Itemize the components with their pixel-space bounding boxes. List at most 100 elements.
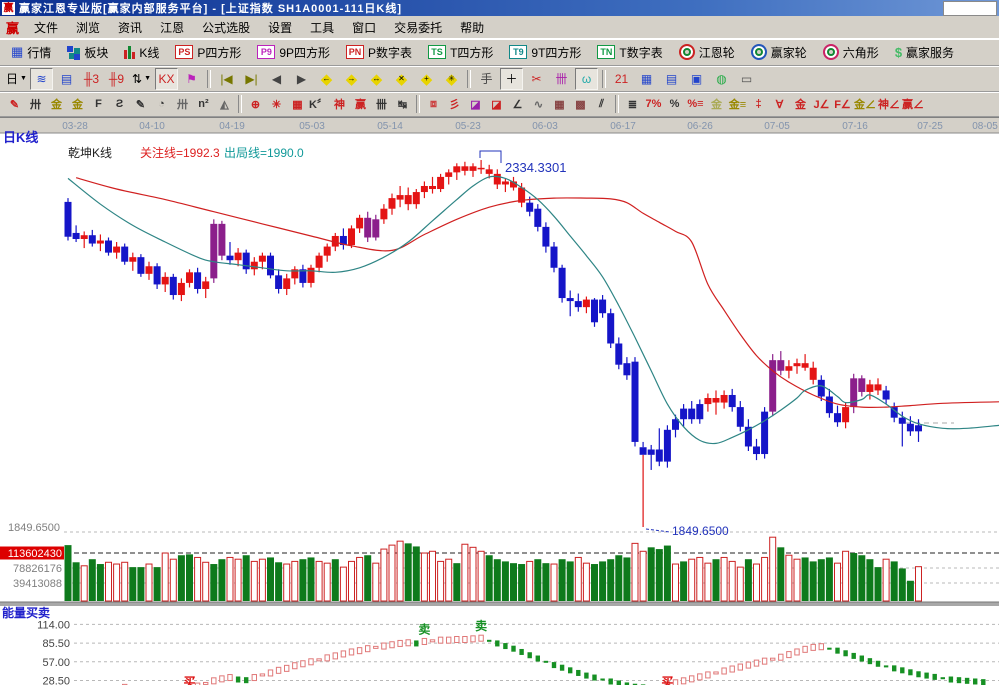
expand-star-button[interactable]: ◆✳ bbox=[440, 68, 463, 90]
info-view-button[interactable]: ▤ bbox=[55, 68, 78, 90]
t-digit-table-button[interactable]: TNT数字表 bbox=[590, 42, 669, 63]
winner-service-button[interactable]: $赢家服务 bbox=[888, 42, 961, 63]
span-arrow-tool[interactable]: ↹ bbox=[392, 94, 413, 115]
bar-ruler-tool[interactable]: 卅 bbox=[172, 94, 193, 115]
computer-button[interactable]: ▭ bbox=[735, 68, 758, 90]
candle bbox=[243, 253, 250, 270]
expand-cross-button[interactable]: ◆+ bbox=[415, 68, 438, 90]
chart-area[interactable]: 03-2804-1004-1905-0305-1405-2306-0306-17… bbox=[0, 117, 999, 685]
next-page-button[interactable]: ▶ bbox=[290, 68, 313, 90]
collapse-button[interactable]: ◆✕ bbox=[390, 68, 413, 90]
menu-item-formula-picker[interactable]: 公式选股 bbox=[193, 16, 259, 39]
f-grid-tool[interactable]: F bbox=[88, 94, 109, 115]
network-button[interactable]: ◍ bbox=[710, 68, 733, 90]
menu-item-trade[interactable]: 交易委托 bbox=[385, 16, 451, 39]
compress-right-button[interactable]: ◆→ bbox=[340, 68, 363, 90]
gold-circle-tool[interactable]: 金 bbox=[706, 94, 727, 115]
sector-button[interactable]: 板块 bbox=[60, 42, 115, 63]
brush-grid-tool[interactable]: ✎ bbox=[130, 94, 151, 115]
pane-separator[interactable] bbox=[0, 602, 999, 606]
color-chart-button[interactable]: ⚑ bbox=[180, 68, 203, 90]
menu-item-gann[interactable]: 江恩 bbox=[151, 16, 193, 39]
parallel-lines-tool[interactable]: ⫽ bbox=[591, 94, 612, 115]
smart-brain-button[interactable]: ω bbox=[575, 68, 598, 90]
period-day-dropdown[interactable]: 日▼ bbox=[5, 68, 28, 90]
first-page-button[interactable]: |◀ bbox=[215, 68, 238, 90]
drag-hand-button[interactable]: 手 bbox=[475, 68, 498, 90]
last-page-button[interactable]: ▶| bbox=[240, 68, 263, 90]
menu-item-file[interactable]: 文件 bbox=[25, 16, 67, 39]
menu-item-tools[interactable]: 工具 bbox=[301, 16, 343, 39]
t-square-button[interactable]: TST四方形 bbox=[421, 42, 500, 63]
s-grid-tool[interactable]: Ƨ bbox=[109, 94, 130, 115]
menu-item-settings[interactable]: 设置 bbox=[259, 16, 301, 39]
gold-grid-tool[interactable]: 金 bbox=[46, 94, 67, 115]
cut-measure-button[interactable]: ✂ bbox=[525, 68, 548, 90]
menu-item-news[interactable]: 资讯 bbox=[109, 16, 151, 39]
grid-overlay-tool[interactable]: ▦ bbox=[549, 94, 570, 115]
chart-canvas[interactable]: 03-2804-1004-1905-0305-1405-2306-0306-17… bbox=[0, 118, 999, 685]
f-angle-tool[interactable]: F∠ bbox=[832, 94, 853, 115]
j-angle-tool[interactable]: J∠ bbox=[811, 94, 832, 115]
kline-quote-tool[interactable]: K〞 bbox=[308, 94, 329, 115]
p-square-button[interactable]: PSP四方形 bbox=[168, 42, 248, 63]
win-grid-tool[interactable]: 赢 bbox=[350, 94, 371, 115]
menu-item-help[interactable]: 帮助 bbox=[451, 16, 493, 39]
gold-line-tool[interactable]: 金≡ bbox=[727, 94, 748, 115]
calendar-button[interactable]: 21 bbox=[610, 68, 633, 90]
calculator-button[interactable]: ▦ bbox=[635, 68, 658, 90]
angle-measure-tool[interactable]: ◭ bbox=[214, 94, 235, 115]
gann-circle-tool[interactable]: ⊕ bbox=[245, 94, 266, 115]
gann-wheel-button[interactable]: 江恩轮 bbox=[672, 42, 742, 63]
notes-button[interactable]: ▤ bbox=[660, 68, 683, 90]
gold-angle-tool[interactable]: 金∠ bbox=[853, 94, 877, 115]
p-digit-table-button[interactable]: PNP数字表 bbox=[339, 42, 419, 63]
pattern-view-button[interactable]: ≋ bbox=[30, 68, 53, 90]
kline-button[interactable]: K线 bbox=[117, 42, 166, 63]
indicator-bar bbox=[325, 655, 329, 661]
fan-square2-tool[interactable]: ◪ bbox=[486, 94, 507, 115]
mark-pen-tool[interactable]: ‡ bbox=[748, 94, 769, 115]
nine-p-square-button[interactable]: P99P四方形 bbox=[250, 42, 337, 63]
star-web-tool[interactable]: ✳ bbox=[266, 94, 287, 115]
win-angle-tool[interactable]: 赢∠ bbox=[901, 94, 925, 115]
web-grid-tool[interactable]: ▦ bbox=[287, 94, 308, 115]
three-line-button[interactable]: ╫3 bbox=[80, 68, 103, 90]
box-select-tool[interactable]: ⧈ bbox=[423, 94, 444, 115]
pen-tool[interactable]: ✎ bbox=[4, 94, 25, 115]
crosshair-button[interactable]: ＋ bbox=[500, 68, 523, 90]
trend-pen-tool[interactable]: ∠ bbox=[507, 94, 528, 115]
fan-square-tool[interactable]: ◪ bbox=[465, 94, 486, 115]
prev-page-button[interactable]: ◀ bbox=[265, 68, 288, 90]
save-button[interactable]: ▣ bbox=[685, 68, 708, 90]
candle-type-dropdown[interactable]: ⇅▼ bbox=[130, 68, 153, 90]
time-cycle-tool[interactable]: ◔ bbox=[151, 94, 172, 115]
menu-item-browse[interactable]: 浏览 bbox=[67, 16, 109, 39]
prev-page-icon: ◀ bbox=[272, 72, 281, 86]
percent-tool[interactable]: % bbox=[664, 94, 685, 115]
gann-count-tool[interactable]: ≣ bbox=[622, 94, 643, 115]
count-grid-tool[interactable]: 卌 bbox=[371, 94, 392, 115]
menu-item-window[interactable]: 窗口 bbox=[343, 16, 385, 39]
gann-mark-button[interactable]: 卌 bbox=[550, 68, 573, 90]
gold-grid2-tool[interactable]: 金 bbox=[67, 94, 88, 115]
percent-line-tool[interactable]: %≡ bbox=[685, 94, 706, 115]
nine-line-button[interactable]: ╫9 bbox=[105, 68, 128, 90]
hexagon-button[interactable]: 六角形 bbox=[816, 42, 886, 63]
winner-wheel-button[interactable]: 赢家轮 bbox=[744, 42, 814, 63]
gold-red-tool[interactable]: 金 bbox=[790, 94, 811, 115]
ray-fan-tool[interactable]: 彡 bbox=[444, 94, 465, 115]
shen-grid-tool[interactable]: 神 bbox=[329, 94, 350, 115]
n2-grid-tool[interactable]: n² bbox=[193, 94, 214, 115]
ruler-grid-tool[interactable]: 卅 bbox=[25, 94, 46, 115]
nine-t-square-button[interactable]: T99T四方形 bbox=[502, 42, 588, 63]
formula-edit-button[interactable]: KX bbox=[155, 68, 178, 90]
grid-overlay2-tool[interactable]: ▩ bbox=[570, 94, 591, 115]
shen-angle-tool[interactable]: 神∠ bbox=[877, 94, 901, 115]
quote-table-button[interactable]: ▦行情 bbox=[4, 42, 58, 63]
compress-left-button[interactable]: ◆← bbox=[315, 68, 338, 90]
wave-tool[interactable]: ∿ bbox=[528, 94, 549, 115]
stretch-horizontal-button[interactable]: ◆↔ bbox=[365, 68, 388, 90]
wave-band-tool[interactable]: ∀ bbox=[769, 94, 790, 115]
percent7-tool[interactable]: 7% bbox=[643, 94, 664, 115]
